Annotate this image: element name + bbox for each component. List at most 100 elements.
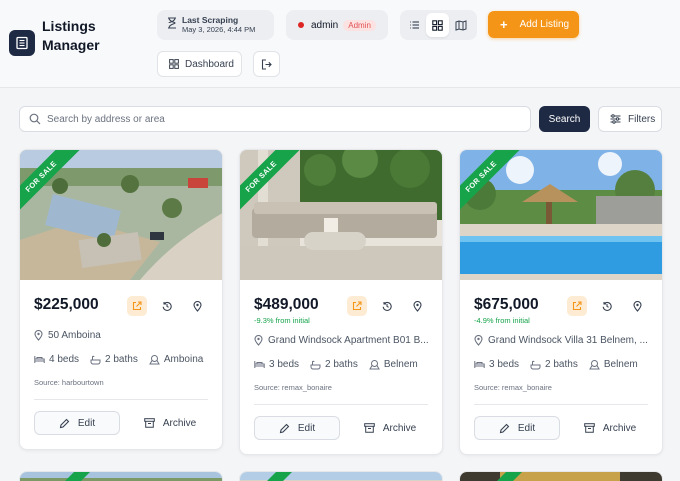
- listing-specs: 3 beds 2 baths Belnem: [474, 359, 649, 370]
- listing-actions: [347, 296, 427, 316]
- listing-photo[interactable]: FOR SALE: [20, 150, 222, 280]
- filters-button[interactable]: Filters: [598, 106, 662, 132]
- edit-button[interactable]: Edit: [34, 411, 120, 435]
- grid-view-icon: [432, 19, 443, 31]
- show-on-map-button[interactable]: [407, 296, 427, 316]
- beds-text: 3 beds: [489, 359, 520, 370]
- archive-button[interactable]: Archive: [134, 411, 206, 435]
- logout-button[interactable]: [253, 51, 280, 77]
- external-link-icon: [352, 301, 362, 311]
- listing-source: Source: harbourtown: [34, 378, 104, 387]
- listing-source: Source: remax_bonaire: [474, 383, 552, 392]
- price-history-button[interactable]: [377, 296, 397, 316]
- listing-address-text: Grand Windsock Apartment B01 B...: [268, 335, 429, 346]
- list-view-button[interactable]: [403, 13, 426, 37]
- filters-label: Filters: [628, 113, 656, 125]
- history-icon: [162, 301, 172, 311]
- baths-text: 2 baths: [325, 359, 358, 370]
- price-history-button[interactable]: [597, 296, 617, 316]
- username: admin: [311, 19, 339, 31]
- listing-specs: 3 beds 2 baths Belnem: [254, 359, 429, 370]
- listing-address: 50 Amboina: [34, 330, 101, 341]
- baths-spec: 2 baths: [530, 359, 578, 370]
- list-view-icon: [410, 21, 419, 29]
- listing-address-text: 50 Amboina: [48, 330, 101, 341]
- show-on-map-button[interactable]: [627, 296, 647, 316]
- bath-icon: [90, 355, 101, 364]
- listing-source: Source: remax_bonaire: [254, 383, 332, 392]
- archive-label: Archive: [382, 422, 417, 434]
- listing-photo[interactable]: FOR SALE: [240, 150, 442, 280]
- show-on-map-button[interactable]: [187, 296, 207, 316]
- map-pin-icon: [192, 300, 202, 312]
- search-input[interactable]: [47, 113, 507, 125]
- edit-button[interactable]: Edit: [474, 416, 560, 440]
- bed-icon: [254, 361, 265, 368]
- beds-text: 4 beds: [49, 354, 80, 365]
- bed-icon: [474, 361, 485, 368]
- area-spec: Belnem: [588, 359, 638, 370]
- bath-icon: [310, 360, 321, 369]
- add-listing-button[interactable]: + Add Listing: [488, 11, 579, 38]
- map-pin-icon: [254, 335, 263, 346]
- archive-button[interactable]: Archive: [354, 416, 426, 440]
- map-view-button[interactable]: [449, 13, 472, 37]
- card-divider: [254, 404, 428, 405]
- beds-spec: 4 beds: [34, 354, 79, 365]
- card-divider: [474, 404, 648, 405]
- archive-icon: [364, 423, 375, 433]
- listing-card-peek: [459, 471, 663, 481]
- area-spec: Amboina: [148, 354, 204, 365]
- area-icon: [368, 360, 380, 370]
- hourglass-icon: [167, 16, 177, 34]
- pencil-icon: [59, 418, 70, 428]
- map-pin-icon: [34, 330, 43, 341]
- dashboard-button[interactable]: Dashboard: [157, 51, 242, 77]
- listing-specs: 4 beds 2 baths Amboina: [34, 354, 214, 365]
- baths-text: 2 baths: [545, 359, 578, 370]
- external-link-icon: [132, 301, 142, 311]
- edit-label: Edit: [297, 422, 316, 434]
- listing-card-peek: [239, 471, 443, 481]
- area-icon: [148, 355, 160, 365]
- listing-photo[interactable]: FOR SALE: [460, 150, 662, 280]
- listing-card: FOR SALE $489,000 -9.3% from initial Gra…: [239, 149, 443, 455]
- filters-icon: [610, 114, 621, 124]
- price-change: -9.3% from initial: [254, 316, 310, 325]
- view-toggle: [400, 10, 477, 40]
- listing-address: Grand Windsock Apartment B01 B...: [254, 335, 429, 346]
- open-external-button[interactable]: [567, 296, 587, 316]
- area-text: Belnem: [603, 359, 638, 370]
- search-button[interactable]: Search: [539, 106, 590, 132]
- listing-price: $675,000: [474, 296, 539, 313]
- listing-price: $489,000: [254, 296, 319, 313]
- edit-label: Edit: [517, 422, 536, 434]
- online-status-dot: [298, 22, 304, 28]
- last-scraping-status: Last Scraping May 3, 2026, 4:44 PM: [157, 10, 274, 40]
- listings-logo-icon: [9, 30, 35, 56]
- pencil-icon: [279, 423, 290, 433]
- archive-icon: [584, 423, 595, 433]
- bed-icon: [34, 356, 45, 363]
- edit-button[interactable]: Edit: [254, 416, 340, 440]
- add-listing-label: Add Listing: [519, 19, 570, 30]
- archive-button[interactable]: Archive: [574, 416, 646, 440]
- area-text: Amboina: [163, 354, 204, 365]
- open-external-button[interactable]: [127, 296, 147, 316]
- top-header: Listings Manager Last Scraping May 3, 20…: [0, 0, 680, 88]
- role-badge: Admin: [343, 19, 376, 31]
- dashboard-icon: [169, 59, 179, 69]
- card-divider: [34, 399, 208, 400]
- baths-spec: 2 baths: [310, 359, 358, 370]
- user-indicator: admin Admin: [286, 10, 388, 40]
- map-pin-icon: [632, 300, 642, 312]
- grid-view-button[interactable]: [426, 13, 449, 37]
- listing-address-text: Grand Windsock Villa 31 Belnem, ...: [488, 335, 648, 346]
- archive-icon: [144, 418, 155, 428]
- search-icon: [29, 113, 41, 125]
- listing-card: FOR SALE $675,000 -4.9% from initial Gra…: [459, 149, 663, 455]
- pencil-icon: [499, 423, 510, 433]
- history-icon: [382, 301, 392, 311]
- price-history-button[interactable]: [157, 296, 177, 316]
- open-external-button[interactable]: [347, 296, 367, 316]
